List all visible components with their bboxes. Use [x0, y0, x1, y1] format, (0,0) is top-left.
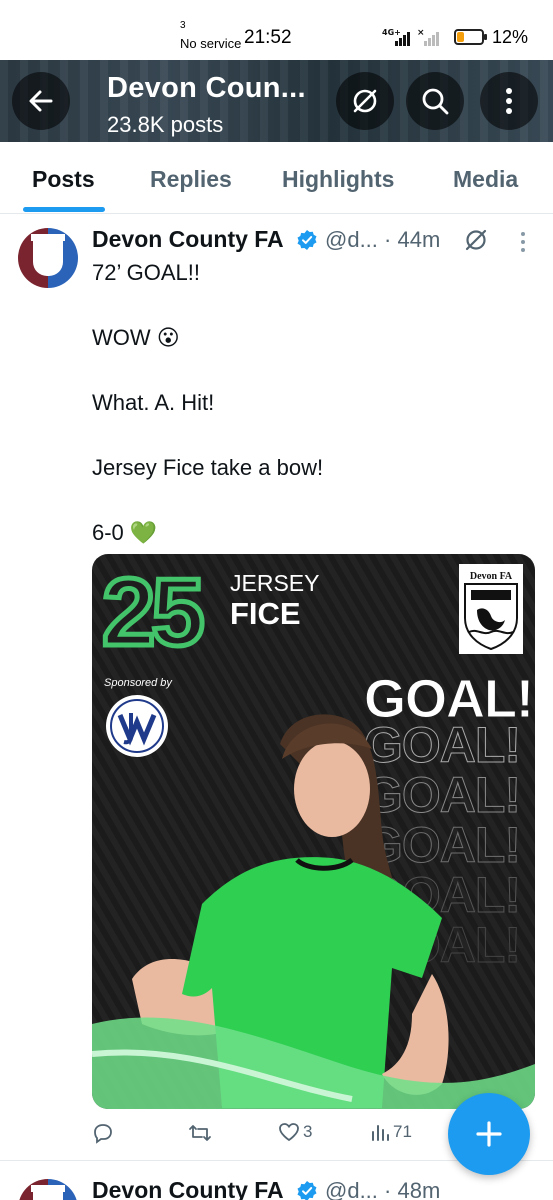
- post-line: WOW 😮: [92, 325, 180, 350]
- post-line: 6-0 💚: [92, 520, 158, 545]
- tab-replies[interactable]: Replies: [150, 166, 232, 193]
- post-line: Jersey Fice take a bow!: [92, 455, 324, 480]
- post-text: 72’ GOAL!! WOW 😮 What. A. Hit! Jersey Fi…: [92, 260, 532, 585]
- jersey-number: 25: [100, 557, 208, 669]
- post-time: · 48m: [384, 1178, 441, 1200]
- verified-badge-icon: [297, 230, 317, 250]
- arrow-left-icon: [29, 90, 53, 112]
- grok-button[interactable]: [336, 72, 394, 130]
- repost-icon: [189, 1125, 211, 1141]
- post-line: 72’ GOAL!!: [92, 260, 201, 285]
- profile-tabs: Posts Replies Highlights Media: [0, 142, 553, 214]
- view-count: 71: [393, 1122, 412, 1141]
- post[interactable]: Devon County FA @d... · 44m 72’ GOAL!! W…: [0, 214, 553, 1159]
- verified-badge-icon: [297, 1181, 317, 1200]
- active-tab-indicator: [23, 207, 105, 212]
- post-author[interactable]: Devon County FA: [92, 226, 284, 253]
- clock: 21:52: [244, 27, 292, 48]
- player-last-name: FICE: [230, 596, 301, 631]
- post-line: What. A. Hit!: [92, 390, 215, 415]
- network-label: 4G+: [382, 28, 401, 37]
- sim-number: 3: [180, 20, 186, 31]
- signal-no-service-icon: ×: [417, 28, 439, 46]
- player-illustration: [92, 714, 535, 1109]
- more-options-button[interactable]: [480, 72, 538, 130]
- post-handle: @d...: [325, 227, 378, 252]
- like-button[interactable]: 3: [278, 1122, 312, 1142]
- avatar[interactable]: [18, 1179, 78, 1200]
- profile-header: Devon Coun... 23.8K posts: [0, 60, 553, 142]
- profile-title: Devon Coun...: [107, 72, 306, 104]
- battery-icon: [454, 29, 487, 45]
- post-handle-time: @d... · 44m: [325, 227, 440, 253]
- crest-text: Devon FA: [470, 571, 513, 582]
- status-icons: 4G+ × 12%: [382, 26, 528, 48]
- tab-highlights[interactable]: Highlights: [282, 166, 394, 193]
- post-handle-time: @d... · 48m: [325, 1178, 440, 1200]
- post-time: · 44m: [384, 227, 441, 252]
- back-button[interactable]: [12, 72, 70, 130]
- devon-fa-crest-logo: Devon FA: [459, 564, 523, 654]
- post-author[interactable]: Devon County FA: [92, 1177, 284, 1200]
- battery-percent: 12%: [492, 26, 529, 47]
- player-first-name: JERSEY: [230, 570, 320, 596]
- like-count: 3: [303, 1122, 313, 1141]
- plus-icon: [476, 1121, 502, 1147]
- reply-icon: [94, 1124, 112, 1144]
- svg-text:×: ×: [417, 28, 425, 38]
- search-icon: [422, 88, 449, 115]
- search-button[interactable]: [406, 72, 464, 130]
- post-handle: @d...: [325, 1178, 378, 1200]
- more-vertical-icon: [506, 88, 512, 114]
- post-count: 23.8K posts: [107, 112, 224, 137]
- signal-4g-icon: 4G+: [382, 28, 410, 46]
- status-bar: 3 No service 21:52 4G+ × 12%: [0, 0, 553, 60]
- post-more-icon[interactable]: [518, 230, 528, 254]
- compose-button[interactable]: [448, 1093, 530, 1175]
- views-button[interactable]: 71: [370, 1122, 412, 1142]
- reply-button[interactable]: [92, 1122, 117, 1144]
- post-media-image[interactable]: 25 JERSEY FICE Devon FA Sponsored by GOA…: [92, 554, 535, 1109]
- tab-media[interactable]: Media: [453, 166, 518, 193]
- repost-button[interactable]: [188, 1122, 215, 1144]
- heart-icon: [279, 1123, 299, 1142]
- views-chart-icon: [372, 1125, 389, 1141]
- avatar[interactable]: [18, 228, 78, 288]
- grok-icon[interactable]: [463, 227, 489, 253]
- sim-service-text: No service: [180, 36, 242, 51]
- grok-icon: [353, 89, 377, 113]
- tab-posts[interactable]: Posts: [32, 166, 95, 193]
